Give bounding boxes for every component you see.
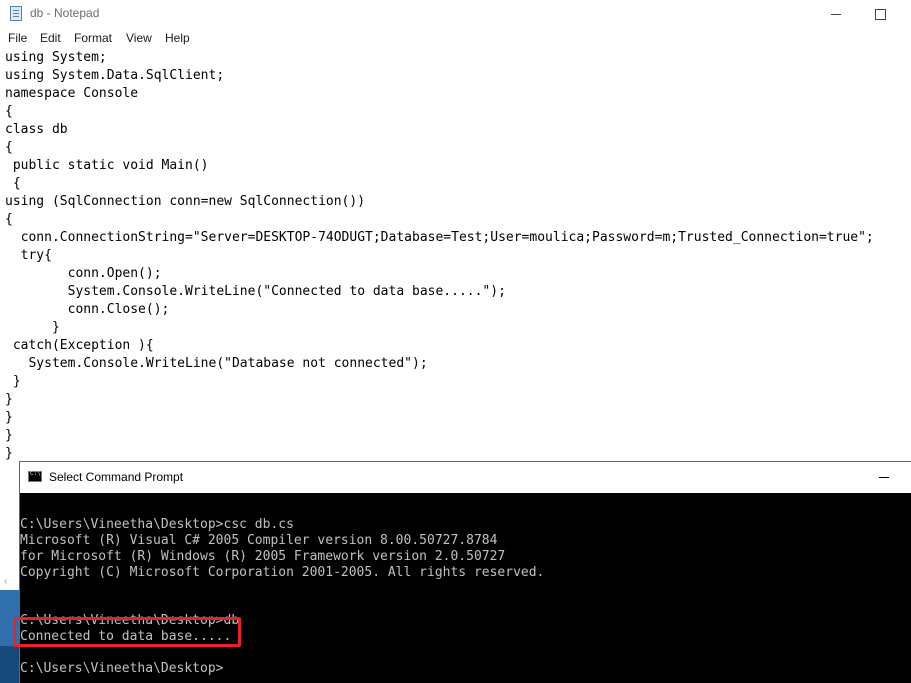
console-line: for Microsoft (R) Windows (R) 2005 Frame… [20, 549, 506, 564]
notepad-title: db - Notepad [30, 6, 100, 20]
notepad-icon [10, 6, 22, 21]
code-line: { [5, 176, 21, 191]
cmd-icon [28, 470, 42, 482]
menu-help[interactable]: Help [165, 31, 190, 45]
menu-edit[interactable]: Edit [40, 31, 61, 45]
cmd-titlebar[interactable]: Select Command Prompt [20, 462, 911, 493]
code-line: conn.ConnectionString="Server=DESKTOP-74… [5, 230, 874, 245]
code-line: } [5, 428, 13, 443]
code-line: } [5, 446, 13, 461]
code-line: try{ [5, 248, 52, 263]
maximize-button[interactable] [857, 0, 903, 28]
text-editor[interactable]: using System; using System.Data.SqlClient… [0, 48, 911, 468]
command-prompt-window: Select Command Prompt C:\Users\Vineetha\… [19, 461, 911, 683]
code-line: conn.Close(); [5, 302, 170, 317]
code-line: using (SqlConnection conn=new SqlConnect… [5, 194, 366, 209]
cmd-title: Select Command Prompt [49, 470, 184, 484]
code-line: using System.Data.SqlClient; [5, 68, 225, 83]
code-line: class db [5, 122, 68, 137]
menu-file[interactable]: File [8, 31, 27, 45]
code-line: System.Console.WriteLine("Database not c… [5, 356, 428, 371]
minimize-icon [831, 13, 841, 15]
code-line: { [5, 212, 13, 227]
menu-view[interactable]: View [126, 31, 152, 45]
code-line: public static void Main() [5, 158, 209, 173]
minimize-icon [879, 477, 889, 478]
notepad-titlebar[interactable]: db - Notepad [0, 0, 911, 28]
code-line: { [5, 104, 13, 119]
maximize-icon [874, 8, 886, 20]
menu-bar: File Edit Format View Help [0, 28, 911, 49]
code-line: using System; [5, 50, 107, 65]
minimize-button[interactable] [813, 0, 859, 28]
code-line: System.Console.WriteLine("Connected to d… [5, 284, 506, 299]
code-line: conn.Open(); [5, 266, 162, 281]
console-line: Microsoft (R) Visual C# 2005 Compiler ve… [20, 533, 498, 548]
code-line: } [5, 392, 13, 407]
scroll-left-arrow[interactable]: ‹ [4, 576, 7, 587]
highlight-annotation [13, 617, 241, 647]
console-line: C:\Users\Vineetha\Desktop> [20, 661, 224, 676]
code-line: namespace Console [5, 86, 139, 101]
console-line: Copyright (C) Microsoft Corporation 2001… [20, 565, 545, 580]
code-line: } [5, 410, 13, 425]
menu-format[interactable]: Format [74, 31, 112, 45]
cmd-minimize-button[interactable] [864, 462, 904, 493]
console-line: C:\Users\Vineetha\Desktop>csc db.cs [20, 517, 294, 532]
code-line: { [5, 140, 13, 155]
code-line: } [5, 374, 21, 389]
taskbar-edge [0, 646, 20, 683]
code-line: } [5, 320, 60, 335]
code-line: catch(Exception ){ [5, 338, 154, 353]
